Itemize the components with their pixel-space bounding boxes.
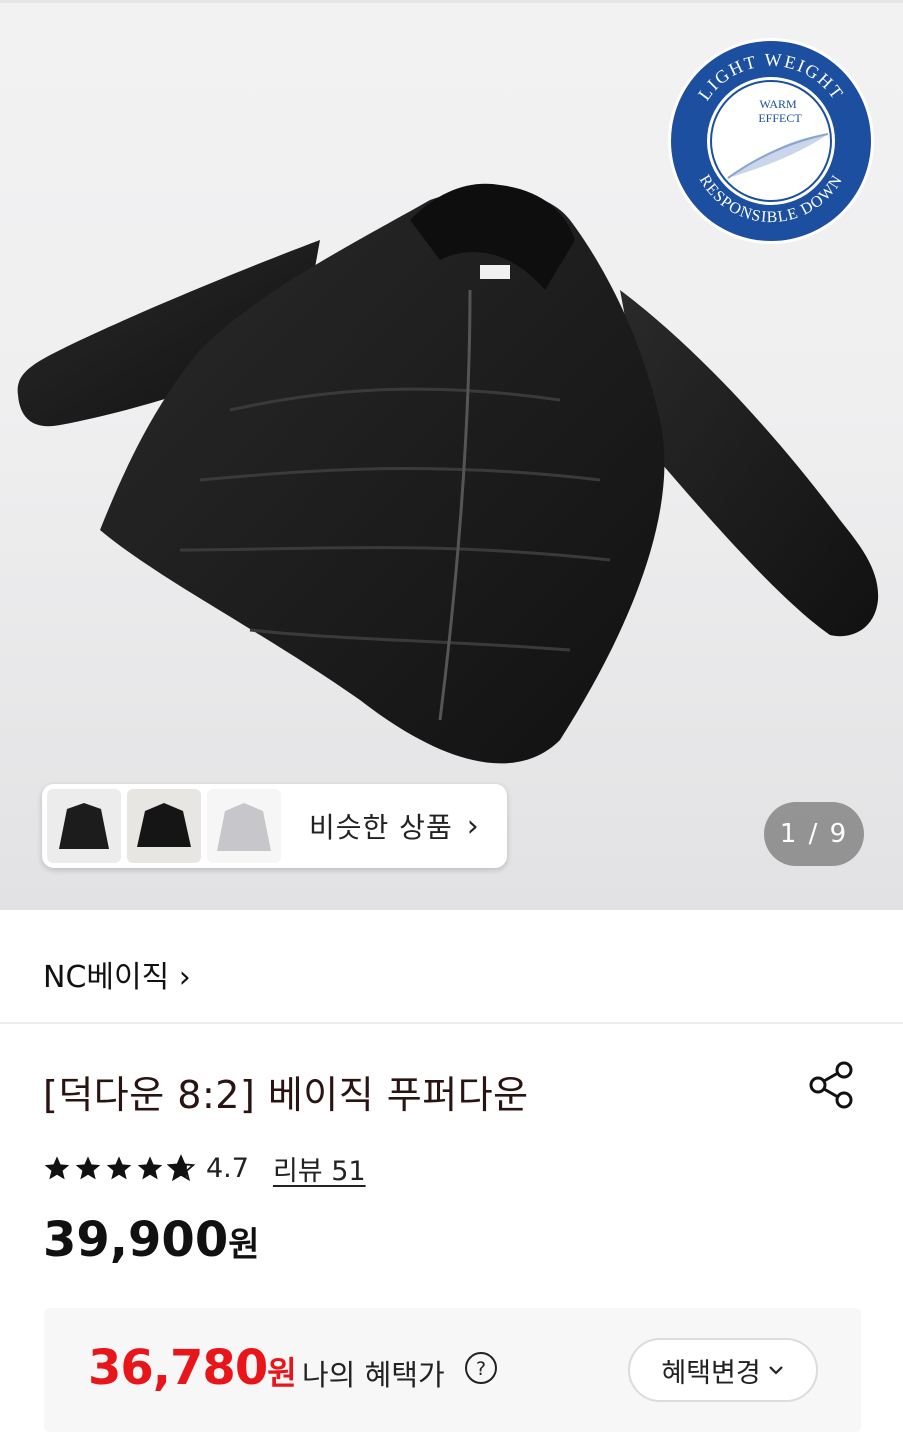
rating-row: 4.7 리뷰 51 <box>43 1148 366 1188</box>
benefit-price-amount: 36,780 <box>88 1340 268 1396</box>
svg-text:?: ? <box>476 1358 486 1380</box>
share-icon[interactable] <box>806 1060 856 1114</box>
similar-thumb-3 <box>207 789 281 863</box>
star-icon <box>75 1156 101 1180</box>
benefit-price-unit: 원 <box>267 1354 297 1392</box>
rating-stars <box>43 1154 198 1182</box>
help-icon[interactable]: ? <box>464 1351 498 1389</box>
svg-text:WARM: WARM <box>759 97 797 111</box>
rating-value: 4.7 <box>206 1152 249 1184</box>
brand-link[interactable]: NC베이직 › <box>43 952 191 996</box>
benefit-price: 36,780 원 <box>88 1340 297 1396</box>
similar-thumb-1 <box>47 789 121 863</box>
price-amount: 39,900 <box>43 1212 229 1268</box>
similar-products-label: 비슷한 상품 <box>309 811 453 844</box>
light-weight-badge: LIGHT WEIGHT RESPONSIBLE DOWN WARM EFFEC… <box>668 38 874 244</box>
review-link[interactable]: 리뷰 51 <box>273 1149 366 1188</box>
similar-products-button[interactable]: 비슷한 상품 › <box>42 784 507 868</box>
change-benefit-label: 혜택변경 <box>661 1357 761 1389</box>
similar-thumb-2 <box>127 789 201 863</box>
change-benefit-button[interactable]: 혜택변경 <box>628 1338 818 1402</box>
badge-emblem-icon: LIGHT WEIGHT RESPONSIBLE DOWN WARM EFFEC… <box>671 41 871 241</box>
star-icon <box>44 1156 70 1180</box>
star-icon <box>106 1156 132 1180</box>
svg-text:EFFECT: EFFECT <box>758 111 802 125</box>
product-image-gallery[interactable]: LIGHT WEIGHT RESPONSIBLE DOWN WARM EFFEC… <box>0 0 903 910</box>
chevron-down-icon <box>768 1366 783 1375</box>
product-image-jacket <box>17 183 879 764</box>
price-unit: 원 <box>228 1225 260 1265</box>
chevron-right-icon: › <box>466 808 479 844</box>
benefit-label: 나의 혜택가 <box>302 1358 445 1392</box>
product-title: [덕다운 8:2] 베이직 푸퍼다운 <box>43 1073 529 1117</box>
star-half-icon <box>167 1154 195 1182</box>
brand-row[interactable]: NC베이직 › <box>0 910 903 1024</box>
image-counter: 1 / 9 <box>764 802 864 866</box>
divider <box>0 0 903 3</box>
benefit-price-box: 36,780 원 나의 혜택가 ? 혜택변경 <box>44 1308 861 1432</box>
original-price: 39,900 원 <box>43 1212 260 1268</box>
star-icon <box>137 1156 163 1180</box>
